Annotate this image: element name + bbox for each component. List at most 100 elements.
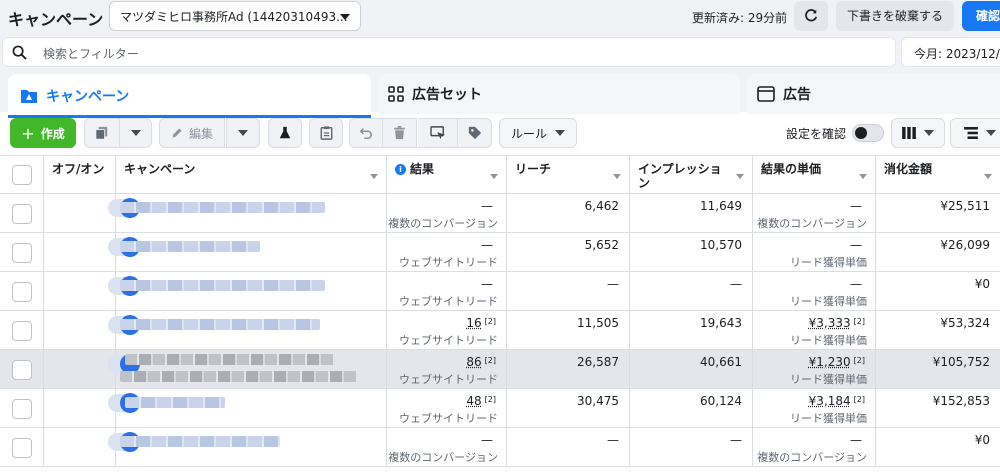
cost-per-result-cell: — 複数のコンバージョン (753, 428, 876, 466)
undo-button[interactable] (349, 118, 383, 148)
chevron-down-icon (238, 130, 248, 136)
delete-button[interactable] (383, 118, 417, 148)
sort-icon (859, 174, 867, 179)
tab-adsets[interactable]: 広告セット (378, 74, 740, 114)
tag-button[interactable] (458, 118, 492, 148)
tab-campaigns[interactable]: キャンペーン (8, 74, 371, 118)
row-checkbox[interactable] (12, 438, 32, 458)
result-cell: — ウェブサイトリード (387, 233, 507, 271)
onoff-cell (44, 194, 140, 232)
campaign-name-cell[interactable] (116, 233, 387, 271)
row-checkbox[interactable] (12, 282, 32, 302)
trash-icon (394, 126, 405, 140)
row-checkbox[interactable] (12, 399, 32, 419)
breakdown-dropdown[interactable] (950, 118, 1000, 148)
header-reach[interactable]: リーチ (507, 156, 630, 194)
table-row[interactable]: — ウェブサイトリード 5,652 10,570 — リード獲得単価 ¥26,0… (0, 233, 1000, 272)
edit-button[interactable]: 編集 (159, 118, 225, 148)
toolbar: + 作成 編集 ルール 設定を確認 (0, 118, 1000, 150)
refresh-button[interactable] (794, 1, 828, 31)
cpr-value: — (850, 433, 865, 447)
header-campaign[interactable]: キャンペーン (116, 156, 387, 194)
duplicate-button[interactable] (84, 118, 120, 148)
cpr-number: — (850, 238, 862, 252)
discard-drafts-button[interactable]: 下書きを破棄する (836, 1, 954, 31)
impressions-value: 60,124 (700, 394, 742, 408)
chevron-down-icon (986, 130, 996, 136)
cpr-footnote: [2] (853, 356, 865, 365)
table-row[interactable]: — 複数のコンバージョン 6,462 11,649 — 複数のコンバージョン ¥… (0, 194, 1000, 233)
tab-ads[interactable]: 広告 (747, 74, 1000, 114)
undo-icon (359, 128, 373, 140)
result-type: 複数のコンバージョン (388, 451, 498, 464)
header-onoff[interactable]: オフ/オン (44, 156, 116, 194)
header-impressions[interactable]: インプレッション (630, 156, 753, 194)
select-all-checkbox[interactable] (12, 165, 32, 185)
search-input[interactable]: 検索とフィルター (2, 37, 896, 67)
header-result[interactable]: i 結果 (387, 156, 507, 194)
cpr-number: ¥1,230 (808, 355, 851, 369)
spend-value: ¥25,511 (940, 199, 990, 213)
campaign-name-cell[interactable] (116, 428, 387, 466)
reach-cell: 26,587 (507, 350, 630, 388)
result-value: — (481, 199, 496, 213)
header-cost-per-result[interactable]: 結果の単価 (753, 156, 876, 194)
date-range-picker[interactable]: 今月: 2023/12/01 (901, 37, 1000, 67)
report-button[interactable] (309, 118, 343, 148)
row-checkbox[interactable] (12, 360, 32, 380)
table-row[interactable]: 16 [2] ウェブサイトリード 11,505 19,643 ¥3,333 [2] … (0, 311, 1000, 350)
header-spend[interactable]: 消化金額 (876, 156, 1000, 194)
select-cell (0, 233, 44, 271)
review-settings-toggle[interactable] (852, 124, 884, 142)
campaign-name-redacted (120, 280, 325, 291)
preview-button[interactable] (418, 118, 458, 148)
onoff-cell (44, 233, 140, 271)
last-updated: 更新済み: 29分前 (692, 11, 788, 25)
impressions-cell: 60,124 (630, 389, 753, 427)
duplicate-dropdown-button[interactable] (120, 118, 152, 148)
campaign-name-cell[interactable] (116, 311, 387, 349)
edit-dropdown-button[interactable] (226, 118, 260, 148)
spend-value: ¥0 (974, 433, 990, 447)
result-number: — (481, 277, 493, 291)
result-type: ウェブサイトリード (399, 373, 498, 386)
select-cell (0, 428, 44, 466)
impressions-value: 10,570 (700, 238, 742, 252)
tag-icon (468, 126, 481, 140)
result-value: — (481, 433, 496, 447)
result-value: — (481, 277, 496, 291)
spend-value: ¥105,752 (932, 355, 990, 369)
confirm-button[interactable]: 確認 (962, 1, 1000, 31)
result-number: 48 (466, 394, 482, 408)
table-row[interactable]: — ウェブサイトリード — — — リード獲得単価 ¥0 (0, 272, 1000, 311)
select-cell (0, 272, 44, 310)
table-row[interactable]: 86 [2] ウェブサイトリード 26,587 40,661 ¥1,230 [2] … (0, 350, 1000, 389)
campaign-name-cell[interactable] (116, 350, 387, 388)
impressions-cell: — (630, 428, 753, 466)
chevron-down-icon (340, 14, 350, 20)
cpr-type: 複数のコンバージョン (757, 217, 867, 230)
table-row[interactable]: 48 [2] ウェブサイトリード 30,475 60,124 ¥3,184 [2] … (0, 389, 1000, 428)
campaign-name-cell[interactable] (116, 272, 387, 310)
onoff-cell (44, 272, 140, 310)
create-button[interactable]: + 作成 (10, 118, 76, 148)
account-selector[interactable]: マツダミヒロ事務所Ad (14420310493... (109, 1, 361, 31)
breakdown-icon (964, 127, 978, 139)
cpr-value: — (850, 199, 865, 213)
impressions-value: — (730, 433, 742, 447)
reach-value: 30,475 (577, 394, 619, 408)
result-number: — (481, 238, 493, 252)
row-checkbox[interactable] (12, 321, 32, 341)
row-checkbox[interactable] (12, 204, 32, 224)
cost-per-result-cell: — 複数のコンバージョン (753, 194, 876, 232)
ab-test-button[interactable] (268, 118, 302, 148)
edit-label: 編集 (188, 126, 213, 141)
columns-dropdown[interactable] (891, 118, 945, 148)
sort-icon (490, 174, 498, 179)
campaign-name-cell[interactable] (116, 389, 387, 427)
preview-icon (429, 126, 445, 140)
table-row[interactable]: — 複数のコンバージョン — — — 複数のコンバージョン ¥0 (0, 428, 1000, 467)
row-checkbox[interactable] (12, 243, 32, 263)
campaign-name-cell[interactable] (116, 194, 387, 232)
rules-dropdown[interactable]: ルール (499, 118, 577, 148)
